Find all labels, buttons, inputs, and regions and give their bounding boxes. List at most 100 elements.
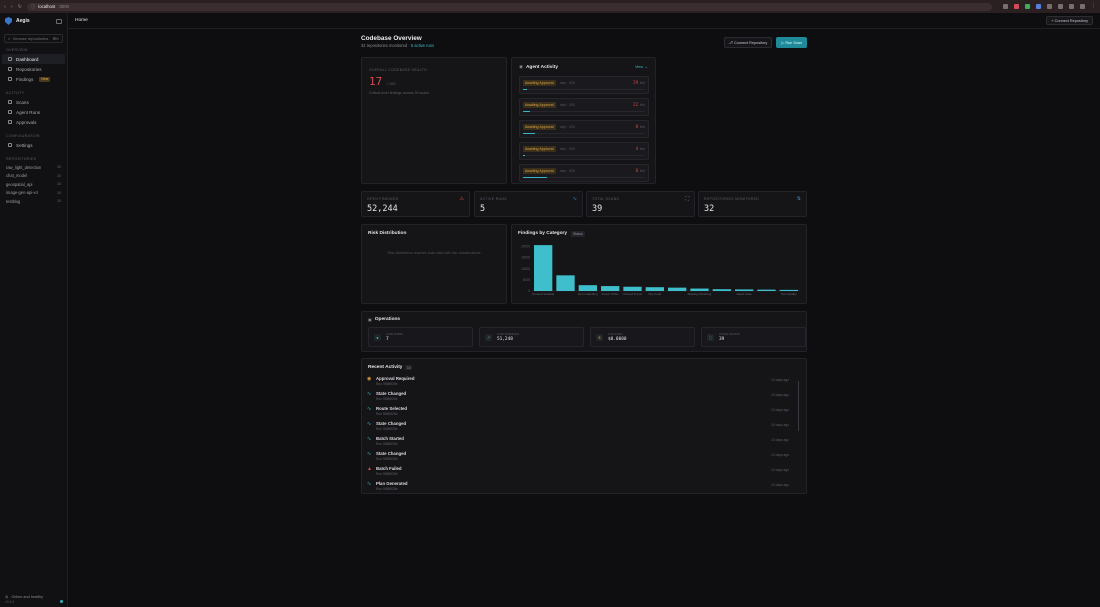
extension-icon[interactable] [1035,4,1041,9]
recent-activity-title: Recent Activity [368,365,403,370]
activity-title: Plan Generated [376,481,408,486]
stat-value: 52,244 [367,204,398,214]
run-step: step · 3/10 [560,81,576,85]
repo-item[interactable]: raw_light_detection 10 [0,163,67,172]
activity-icon: ∿ [572,196,577,202]
metric-value: 51,248 [497,337,513,342]
bar[interactable] [578,285,597,291]
activity-row[interactable]: ∿ State Changed Run 5f086f28e 10 days ag… [367,390,797,405]
agent-icon [8,110,12,114]
search-shortcut: ⌘K [52,36,59,41]
bar[interactable] [601,286,620,291]
connect-repository-button[interactable]: ⎇ Connect Repository [723,37,773,48]
activity-row[interactable]: ▲ Batch Failed Run 5f086f28e 10 days ago [367,465,797,480]
bar[interactable] [712,289,731,291]
view-all-link[interactable]: View → [635,65,648,69]
scrollbar[interactable] [797,381,799,431]
agent-run-row[interactable]: Awaiting Approval step · 3/10 8 find [519,120,649,138]
repository-search[interactable]: ⌕ Browse repositories ⌘K [4,34,63,43]
progress-bar [523,110,645,112]
agent-run-row[interactable]: Awaiting Approval step · 3/10 8 find [519,164,649,182]
findings-count: 29 [633,80,638,85]
activity-icon: ∿ [367,421,372,427]
repo-count: 10 [57,190,61,195]
extension-icon[interactable] [1057,4,1063,9]
sidebar-item-repositories[interactable]: Repositories [2,64,65,74]
sidebar-item-settings[interactable]: Settings [2,140,65,150]
findings-bar-chart: 20000 15000 10000 5000 0Unused Variable Error… [521,244,800,296]
activity-icon: ∿ [367,481,372,487]
sidebar-item-agent-runs[interactable]: Agent Runs [2,107,65,117]
sidebar-item-scans[interactable]: Scans [2,97,65,107]
activity-row[interactable]: ∿ Plan Generated Run 5f086f28e 10 days a… [367,480,797,495]
agent-run-row[interactable]: Awaiting Approval step · 3/10 29 find [519,76,649,94]
progress-fill [523,132,536,134]
agent-run-row[interactable]: Awaiting Approval step · 3/10 22 find [519,98,649,116]
bar[interactable] [757,289,776,291]
bar[interactable] [623,286,642,291]
browser-toolbar: ‹ › ↻ ⓘ localhost:3000 ⋮ [0,0,1100,13]
forward-icon[interactable]: › [11,4,13,10]
activity-row[interactable]: ∿ State Changed Run 5f086f28e 10 days ag… [367,450,797,465]
sidebar-item-findings[interactable]: Findings New [2,74,65,84]
activity-row[interactable]: ∿ State Changed Run 5f086f28e 10 days ag… [367,420,797,435]
y-tick-label: 5000 [523,278,530,282]
approval-icon [8,120,12,124]
active-runs-link[interactable]: 5 active runs [411,43,434,48]
extension-icon[interactable] [1068,4,1074,9]
repo-item[interactable]: chat_model 10 [0,172,67,181]
repo-item[interactable]: image-gen-api-v4 10 [0,189,67,198]
activity-row[interactable]: ∿ Route Selected Run 5f086f28e 10 days a… [367,405,797,420]
bar[interactable] [735,289,754,291]
repo-count: 10 [57,173,61,178]
bar[interactable] [690,288,709,291]
sidebar-item-dashboard[interactable]: Dashboard [2,54,65,64]
agent-run-row[interactable]: Awaiting Approval step · 3/10 4 find [519,142,649,160]
repo-item[interactable]: testblog 10 [0,197,67,206]
activity-icon: ∿ [367,391,372,397]
bar[interactable] [645,287,664,291]
search-icon: ⌕ [8,36,11,41]
error-icon: ▲ [367,466,372,472]
activity-title: Approval Required [376,376,415,381]
extension-icon[interactable] [1002,4,1008,9]
x-tick-label: Test Quality [781,292,797,296]
scan-icon: ⛶ [685,196,689,202]
scan-icon [8,100,12,104]
activity-row[interactable]: ∿ Batch Started Run 5f086f28e 10 days ag… [367,435,797,450]
repo-count: 10 [57,165,61,170]
address-bar[interactable]: ⓘ localhost:3000 [26,2,992,11]
back-icon[interactable]: ‹ [4,4,6,10]
topbar-connect-repository-button[interactable]: + Connect Repository [1046,16,1093,25]
extension-icon[interactable] [1024,4,1030,9]
gear-icon [8,143,12,147]
activity-time: 10 days ago [771,408,789,412]
brand[interactable]: Aegis [0,13,67,29]
agent-activity-title: Agent Activity [525,64,559,70]
breadcrumb[interactable]: Home [75,18,88,23]
bar[interactable] [556,275,575,291]
progress-fill [523,154,526,156]
bar[interactable] [668,287,687,291]
metric-label: LOW FINDS [386,332,403,336]
repo-count: 10 [57,182,61,187]
reload-icon[interactable]: ↻ [18,4,22,10]
menu-icon[interactable]: ⋮ [1091,4,1096,9]
findings-count: 8 [635,124,638,129]
metric-value: $0.0000 [608,337,627,342]
bar[interactable] [534,245,553,291]
activity-title: State Changed [376,451,407,456]
collapse-sidebar-icon[interactable] [56,18,62,24]
run-scan-button[interactable]: ▷ Run Scan [776,37,807,48]
activity-row[interactable]: ◉ Approval Required Run 5f086f28e 10 day… [367,375,797,390]
metric-value: 39 [719,337,725,342]
subtitle-text: 32 repositories monitored · [361,43,411,48]
sidebar-item-approvals[interactable]: Approvals [2,117,65,127]
check-icon: ● [374,334,381,341]
repo-item[interactable]: geospatial_api 10 [0,180,67,189]
bar[interactable] [779,289,798,291]
extension-icon[interactable] [1013,4,1019,9]
profile-avatar[interactable] [1079,4,1085,9]
extension-icon[interactable] [1046,4,1052,9]
risk-empty-state: Risk distribution requires scan data wit… [387,251,481,255]
